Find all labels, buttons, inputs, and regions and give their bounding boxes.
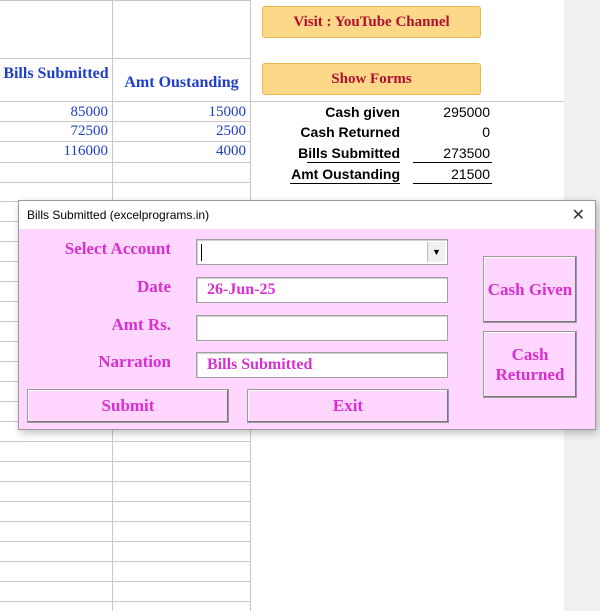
dialog-title: Bills Submitted (excelprograms.in) <box>27 208 210 222</box>
table-cell[interactable]: 4000 <box>113 143 246 160</box>
table-cell[interactable]: 72500 <box>0 123 109 140</box>
underline <box>413 183 492 184</box>
grid-line <box>0 461 250 462</box>
date-label: Date <box>137 277 171 296</box>
grid-line <box>0 141 250 142</box>
grid-line <box>0 521 250 522</box>
summary-amt-outstanding-label: Amt Oustanding <box>291 166 400 182</box>
summary-cash-returned-value: 0 <box>482 124 490 140</box>
dialog-titlebar[interactable]: Bills Submitted (excelprograms.in) ✕ <box>19 201 595 229</box>
grid-line <box>0 541 250 542</box>
select-account-label: Select Account <box>64 239 171 258</box>
underline <box>413 162 492 163</box>
grid-line <box>0 0 250 1</box>
grid-line <box>0 121 250 122</box>
exit-button[interactable]: Exit <box>247 389 449 423</box>
show-forms-button[interactable]: Show Forms <box>262 63 481 95</box>
table-cell[interactable]: 116000 <box>0 143 108 160</box>
underline <box>307 162 400 163</box>
table-cell[interactable]: 2500 <box>113 123 246 140</box>
grid-line <box>0 561 250 562</box>
underline <box>290 183 400 184</box>
narration-field[interactable]: Bills Submitted <box>196 352 448 378</box>
amt-label: Amt Rs. <box>111 315 172 334</box>
grid-line <box>0 501 250 502</box>
header-bills-submitted: Bills Submitted <box>3 65 109 82</box>
summary-cash-returned-label: Cash Returned <box>300 124 400 140</box>
summary-bills-submitted-value: 273500 <box>443 145 490 161</box>
close-icon[interactable]: ✕ <box>572 205 585 225</box>
grid-line <box>0 441 250 442</box>
summary-cash-given-value: 295000 <box>443 104 490 120</box>
summary-bills-submitted-label: Bills Submitted <box>298 145 400 161</box>
select-account-dropdown[interactable]: ▼ <box>196 239 448 265</box>
grid-line <box>250 101 564 102</box>
submit-button[interactable]: Submit <box>27 389 229 423</box>
bills-submitted-dialog: Bills Submitted (excelprograms.in) ✕ Sel… <box>18 200 596 430</box>
header-amt-outstanding: Amt Oustanding <box>124 74 239 91</box>
grid-line <box>0 481 250 482</box>
cash-given-button[interactable]: Cash Given <box>483 256 577 323</box>
grid-line <box>0 162 250 163</box>
table-cell[interactable]: 85000 <box>0 104 109 121</box>
cash-returned-button[interactable]: Cash Returned <box>483 331 577 398</box>
narration-label: Narration <box>98 352 171 371</box>
text-cursor <box>201 244 202 261</box>
summary-cash-given-label: Cash given <box>325 104 400 120</box>
amt-field[interactable] <box>196 315 448 341</box>
grid-line <box>0 581 250 582</box>
date-field[interactable]: 26-Jun-25 <box>196 277 448 303</box>
youtube-channel-button[interactable]: Visit : YouTube Channel <box>262 6 481 38</box>
grid-line <box>0 182 250 183</box>
grid-line <box>0 101 250 102</box>
summary-amt-outstanding-value: 21500 <box>451 166 490 182</box>
grid-line <box>0 58 250 59</box>
grid-line <box>0 601 250 602</box>
chevron-down-icon[interactable]: ▼ <box>427 242 445 262</box>
table-cell[interactable]: 15000 <box>113 104 247 121</box>
